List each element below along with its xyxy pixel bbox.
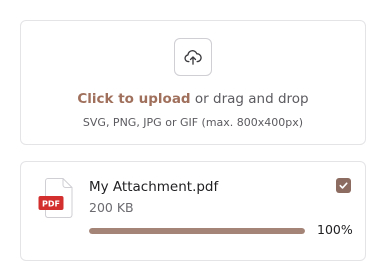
upload-progress-bar <box>89 228 305 234</box>
cloud-upload-icon <box>184 50 202 65</box>
upload-progress-fill <box>89 228 305 234</box>
uploaded-file-card: PDF My Attachment.pdf 200 KB 100% <box>20 161 366 261</box>
upload-instructions: Click to upload or drag and drop <box>21 91 365 107</box>
upload-icon-button[interactable] <box>174 38 212 76</box>
drag-drop-text: or drag and drop <box>190 91 309 107</box>
pdf-file-icon: PDF <box>38 178 73 218</box>
upload-progress-label: 100% <box>317 222 353 237</box>
pdf-badge-label: PDF <box>42 200 60 209</box>
file-type-hint: SVG, PNG, JPG or GIF (max. 800x400px) <box>82 116 304 129</box>
file-size: 200 KB <box>89 200 134 215</box>
checkmark-icon <box>339 182 348 189</box>
upload-dropzone[interactable]: Click to upload or drag and drop SVG, PN… <box>20 20 366 145</box>
file-select-checkbox[interactable] <box>336 178 351 193</box>
click-to-upload-link[interactable]: Click to upload <box>77 91 190 107</box>
file-name: My Attachment.pdf <box>89 179 219 195</box>
